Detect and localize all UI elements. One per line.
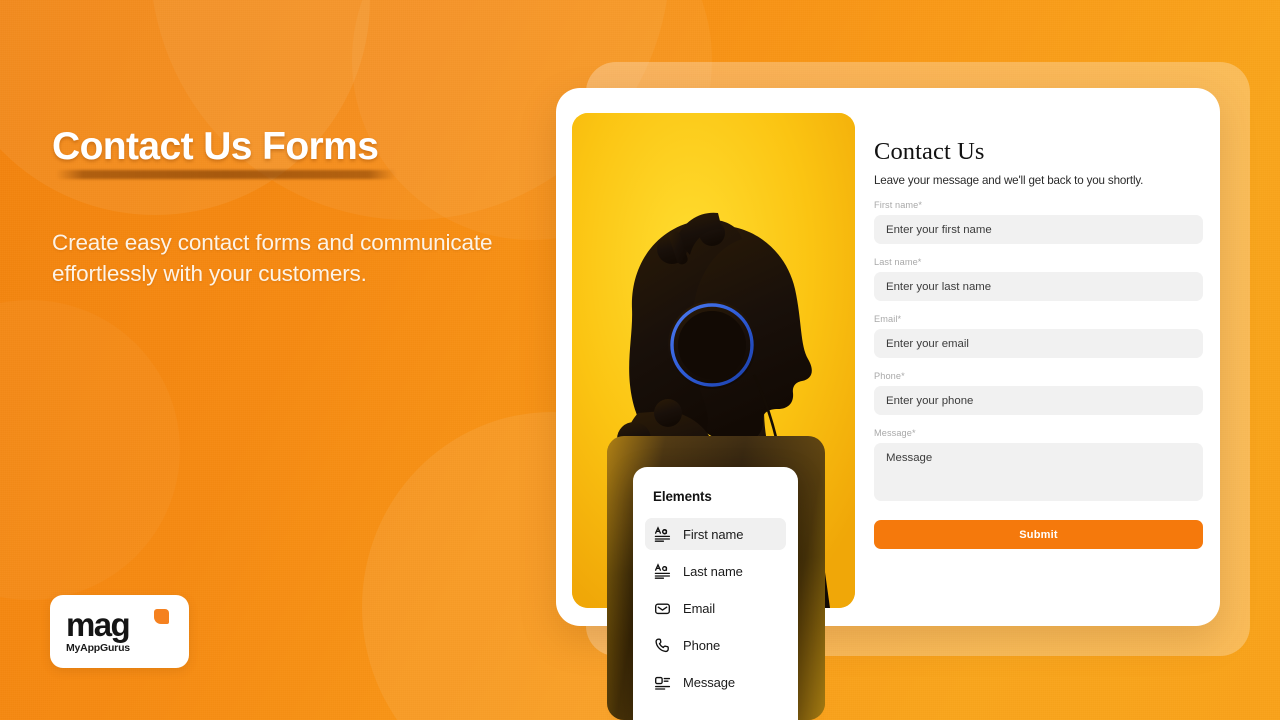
contact-form: Contact Us Leave your message and we'll …	[874, 138, 1203, 549]
element-label: Phone	[683, 637, 721, 653]
element-item-email[interactable]: Email	[645, 592, 786, 624]
submit-button[interactable]: Submit	[874, 520, 1203, 549]
headline-wrapper: Contact Us Forms	[52, 125, 396, 179]
element-label: Last name	[683, 563, 743, 579]
logo-tagline: MyAppGurus	[66, 642, 130, 654]
headline-underline-accent	[56, 170, 396, 179]
field-label-first-name: First name*	[874, 200, 923, 210]
field-phone: Phone*	[874, 371, 1203, 415]
last-name-input[interactable]	[874, 272, 1203, 301]
field-first-name: First name*	[874, 200, 1203, 244]
hero-subcopy: Create easy contact forms and communicat…	[52, 230, 493, 286]
logo-wordmark: mag	[66, 606, 131, 643]
element-item-last-name[interactable]: Last name	[645, 555, 786, 587]
logo-inner: mag MyAppGurus	[50, 595, 189, 668]
element-label: First name	[683, 526, 744, 542]
element-item-first-name[interactable]: First name	[645, 518, 786, 550]
background-circle-e	[0, 300, 180, 600]
element-item-phone[interactable]: Phone	[645, 629, 786, 661]
envelope-icon	[654, 600, 671, 617]
field-last-name: Last name*	[874, 257, 1203, 301]
field-message: Message*	[874, 428, 1203, 506]
text-field-icon	[654, 525, 671, 543]
element-label: Message	[683, 674, 736, 690]
field-email: Email*	[874, 314, 1203, 358]
field-label-phone: Phone*	[874, 371, 905, 381]
email-input[interactable]	[874, 329, 1203, 358]
message-textarea[interactable]	[874, 443, 1203, 501]
element-item-message[interactable]: Message	[645, 666, 786, 698]
hero-copy-block: Contact Us Forms Create easy contact for…	[52, 125, 512, 290]
elements-panel-title: Elements	[653, 489, 712, 504]
element-label: Email	[683, 600, 716, 616]
form-title: Contact Us	[874, 138, 985, 165]
field-label-message: Message*	[874, 428, 916, 438]
text-field-icon	[654, 562, 671, 580]
message-form-icon	[654, 674, 671, 691]
first-name-input[interactable]	[874, 215, 1203, 244]
brand-logo: mag MyAppGurus	[50, 595, 189, 668]
form-subtitle: Leave your message and we'll get back to…	[874, 174, 1144, 187]
logo-accent-mark-icon	[154, 609, 169, 624]
page-title: Contact Us Forms	[52, 125, 379, 168]
field-label-email: Email*	[874, 314, 902, 324]
phone-icon	[654, 637, 671, 654]
slide-canvas: Contact Us Forms Create easy contact for…	[0, 0, 1280, 720]
field-label-last-name: Last name*	[874, 257, 922, 267]
elements-panel: Elements First name Last name Email Phon…	[633, 467, 798, 720]
phone-input[interactable]	[874, 386, 1203, 415]
